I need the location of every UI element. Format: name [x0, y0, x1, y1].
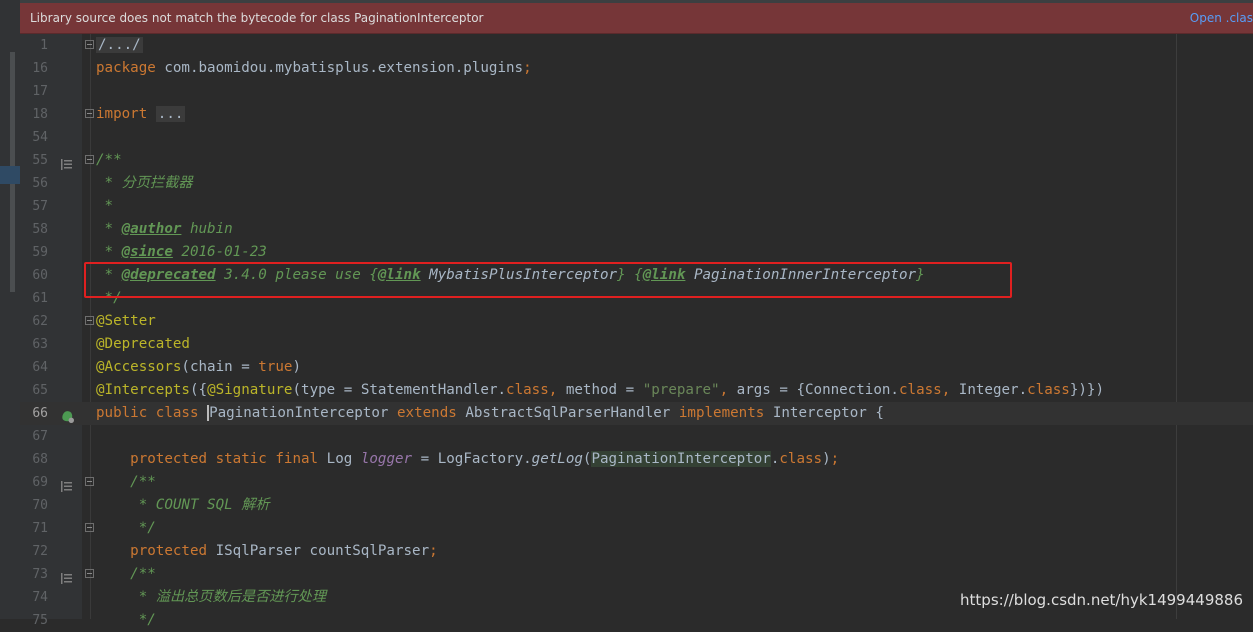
- line-number: 61: [32, 291, 48, 306]
- line-number: 18: [32, 107, 48, 122]
- line-number: 63: [32, 337, 48, 352]
- line-number: 71: [32, 521, 48, 536]
- deprecated-highlight-box: [84, 262, 1012, 298]
- banner-message: Library source does not match the byteco…: [30, 11, 484, 25]
- code-line[interactable]: 66 public class PaginationInterceptor ext…: [20, 402, 1253, 425]
- code-line[interactable]: 1 /.../: [20, 34, 1253, 57]
- code-line[interactable]: 55 /**: [20, 149, 1253, 172]
- line-number: 65: [32, 383, 48, 398]
- code-line[interactable]: 70 * COUNT SQL 解析: [20, 494, 1253, 517]
- code-text: */: [96, 520, 156, 536]
- code-text: * 分页拦截器: [96, 175, 193, 191]
- code-text: protected static final Log logger = LogF…: [130, 451, 840, 467]
- open-class-link[interactable]: Open .clas: [1190, 11, 1253, 25]
- code-text: * @author hubin: [96, 221, 233, 237]
- line-number: 67: [32, 429, 48, 444]
- code-text: /**: [96, 474, 156, 490]
- code-text: @Deprecated: [96, 336, 190, 352]
- code-line[interactable]: 17: [20, 80, 1253, 103]
- code-line[interactable]: 73 /**: [20, 563, 1253, 586]
- fold-toggle-icon[interactable]: [85, 316, 94, 325]
- code-line[interactable]: 69 /**: [20, 471, 1253, 494]
- code-text: /**: [96, 152, 122, 168]
- line-number: 74: [32, 590, 48, 605]
- code-line[interactable]: 57 *: [20, 195, 1253, 218]
- code-text: package com.baomidou.mybatisplus.extensi…: [96, 60, 532, 76]
- line-number: 68: [32, 452, 48, 467]
- code-text: * 溢出总页数后是否进行处理: [96, 589, 327, 605]
- doc-icon[interactable]: [61, 569, 72, 584]
- watermark: https://blog.csdn.net/hyk1499449886: [960, 591, 1243, 609]
- fold-toggle-icon[interactable]: [85, 477, 94, 486]
- line-number: 1: [40, 38, 48, 53]
- bean-icon[interactable]: [61, 408, 74, 423]
- line-number: 75: [32, 613, 48, 628]
- code-line[interactable]: 65 @Intercepts({@Signature(type = Stateme…: [20, 379, 1253, 402]
- doc-icon[interactable]: [61, 477, 72, 492]
- line-number: 64: [32, 360, 48, 375]
- line-number: 62: [32, 314, 48, 329]
- code-text: * COUNT SQL 解析: [96, 497, 270, 513]
- code-text: @Intercepts({@Signature(type = Statement…: [96, 382, 1105, 398]
- line-number: 59: [32, 245, 48, 260]
- code-line[interactable]: 75 */: [20, 609, 1253, 632]
- code-text: @Setter: [96, 313, 156, 329]
- code-text: */: [96, 612, 156, 628]
- line-number: 60: [32, 268, 48, 283]
- line-number: 72: [32, 544, 48, 559]
- code-text: /.../: [96, 37, 143, 53]
- bytecode-mismatch-banner: Library source does not match the byteco…: [20, 3, 1253, 34]
- code-text: protected ISqlParser countSqlParser;: [130, 543, 438, 559]
- fold-toggle-icon[interactable]: [85, 40, 94, 49]
- code-line[interactable]: 72 protected ISqlParser countSqlParser;: [20, 540, 1253, 563]
- code-line[interactable]: 64 @Accessors(chain = true): [20, 356, 1253, 379]
- fold-toggle-icon[interactable]: [85, 569, 94, 578]
- code-line[interactable]: 16 package com.baomidou.mybatisplus.exten…: [20, 57, 1253, 80]
- code-line[interactable]: 63 @Deprecated: [20, 333, 1253, 356]
- code-text: @Accessors(chain = true): [96, 359, 302, 375]
- line-number: 69: [32, 475, 48, 490]
- code-line[interactable]: 56 * 分页拦截器: [20, 172, 1253, 195]
- line-number: 73: [32, 567, 48, 582]
- code-line[interactable]: 59 * @since 2016-01-23: [20, 241, 1253, 264]
- code-line[interactable]: 68 protected static final Log logger = L…: [20, 448, 1253, 471]
- code-text: import ...: [96, 106, 186, 122]
- code-line[interactable]: 71 */: [20, 517, 1253, 540]
- code-line[interactable]: 18 import ...: [20, 103, 1253, 126]
- doc-icon[interactable]: [61, 155, 72, 170]
- selection-marker: [0, 166, 20, 184]
- fold-toggle-icon[interactable]: [85, 155, 94, 164]
- code-editor[interactable]: 1 /.../ 16 package com.baomidou.mybatisplus…: [20, 34, 1253, 632]
- code-line[interactable]: 54: [20, 126, 1253, 149]
- line-number: 17: [32, 84, 48, 99]
- code-line[interactable]: 62 @Setter: [20, 310, 1253, 333]
- line-number: 57: [32, 199, 48, 214]
- line-number: 16: [32, 61, 48, 76]
- line-number: 66: [32, 406, 48, 421]
- code-text: * @since 2016-01-23: [96, 244, 267, 260]
- line-number: 58: [32, 222, 48, 237]
- line-number: 55: [32, 153, 48, 168]
- code-text: public class PaginationInterceptor exten…: [96, 405, 884, 421]
- line-number: 70: [32, 498, 48, 513]
- tool-window-strip: [0, 0, 20, 619]
- code-text: /**: [96, 566, 156, 582]
- line-number: 56: [32, 176, 48, 191]
- line-number: 54: [32, 130, 48, 145]
- fold-toggle-icon[interactable]: [85, 523, 94, 532]
- fold-toggle-icon[interactable]: [85, 109, 94, 118]
- code-text: *: [96, 198, 114, 214]
- code-line[interactable]: 67: [20, 425, 1253, 448]
- code-line[interactable]: 58 * @author hubin: [20, 218, 1253, 241]
